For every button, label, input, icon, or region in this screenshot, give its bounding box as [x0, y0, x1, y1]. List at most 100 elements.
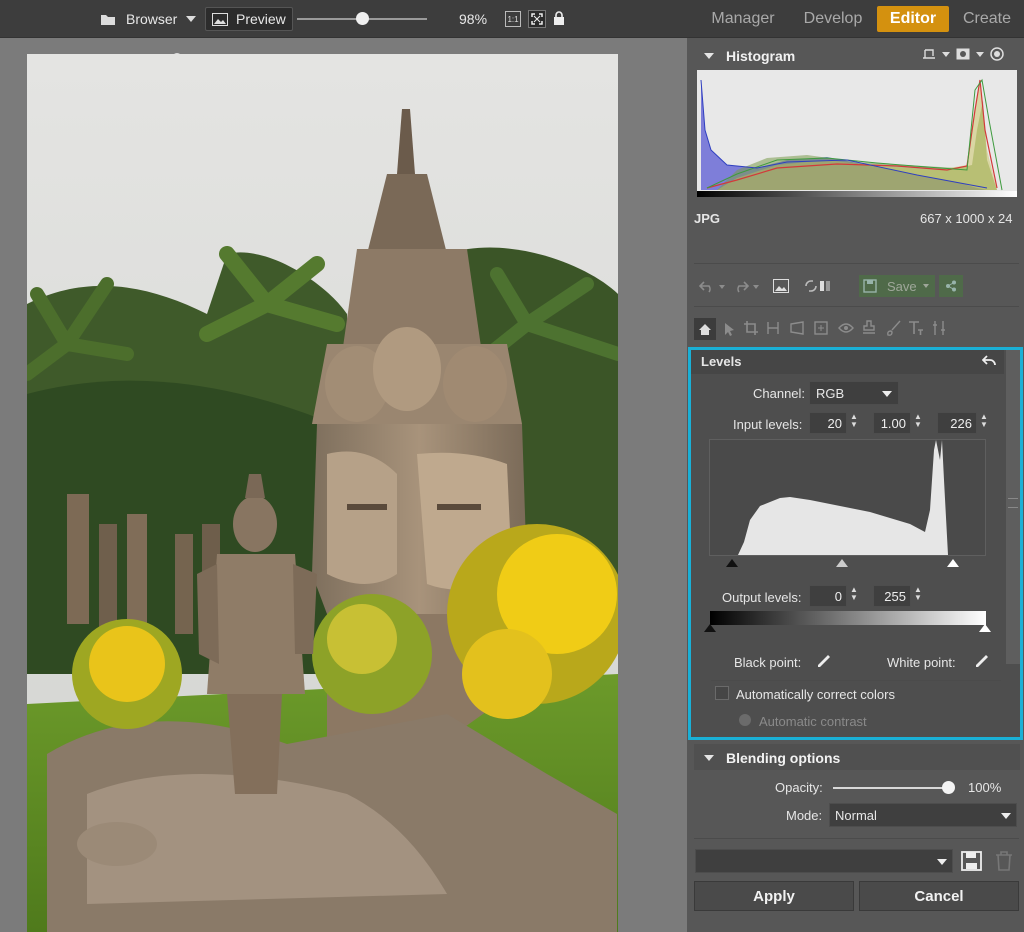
undo-dropdown-icon[interactable] [719, 285, 725, 289]
browser-label: Browser [126, 11, 178, 27]
histogram-graph [697, 70, 1017, 197]
collapse-icon [704, 755, 714, 761]
delete-preset-icon[interactable] [995, 851, 1013, 871]
adjust-icon[interactable] [932, 320, 946, 336]
divider [711, 680, 1001, 681]
selection-icon[interactable] [814, 321, 828, 335]
output-white-field[interactable]: 255 [873, 585, 911, 607]
output-levels-label: Output levels: [722, 590, 802, 605]
apply-button[interactable]: Apply [694, 881, 854, 911]
save-icon [863, 279, 877, 293]
fit-screen-button[interactable] [528, 10, 546, 28]
output-black-stepper-icon[interactable]: ▲ ▼ [849, 586, 859, 602]
buddha-park-photo [27, 54, 618, 932]
redo-dropdown-icon[interactable] [753, 285, 759, 289]
opacity-slider-thumb[interactable] [942, 781, 955, 794]
input-gamma-stepper-icon[interactable]: ▲ ▼ [913, 413, 923, 429]
one-to-one-button[interactable]: 1:1 [505, 11, 521, 27]
input-slider[interactable] [709, 559, 986, 569]
preview-button[interactable]: Preview [205, 7, 293, 31]
histogram-title: Histogram [726, 48, 796, 64]
white-eyedropper-icon[interactable] [973, 654, 989, 670]
redo-icon[interactable] [733, 279, 749, 293]
preset-dropdown-icon [937, 859, 947, 865]
input-black-stepper-icon[interactable]: ▲ ▼ [849, 413, 859, 429]
zoom-slider[interactable] [297, 12, 427, 25]
input-white-handle[interactable] [947, 559, 959, 567]
original-image-icon[interactable] [773, 279, 789, 293]
input-black-handle[interactable] [726, 559, 738, 567]
photo-preview [27, 54, 618, 932]
preview-label: Preview [236, 11, 286, 27]
perspective-icon[interactable] [790, 321, 804, 335]
channel-select[interactable]: RGB [809, 381, 899, 405]
tab-manager[interactable]: Manager [702, 0, 784, 38]
save-preset-icon[interactable] [961, 851, 983, 871]
top-toolbar: Browser Preview 98% 1:1 Manager Develop … [0, 0, 1024, 38]
output-black-field[interactable]: 0 [809, 585, 847, 607]
preset-select[interactable] [695, 849, 953, 873]
auto-contrast-radio[interactable] [739, 714, 751, 726]
input-gamma-field[interactable]: 1.00 [873, 412, 911, 434]
output-white-stepper-icon[interactable]: ▲ ▼ [913, 586, 923, 602]
browser-dropdown-icon[interactable] [186, 0, 196, 38]
tab-editor[interactable]: Editor [877, 6, 949, 32]
input-black-field[interactable]: 20 [809, 412, 847, 434]
home-tool-button[interactable] [694, 318, 716, 340]
input-gamma-handle[interactable] [836, 559, 848, 567]
opacity-slider[interactable] [833, 781, 955, 794]
compare-icon[interactable] [803, 278, 833, 294]
input-white-stepper-icon[interactable]: ▲ ▼ [979, 413, 989, 429]
eye-icon[interactable] [838, 322, 854, 334]
share-icon [946, 280, 956, 292]
divider [694, 263, 1019, 264]
output-white-handle[interactable] [979, 624, 991, 632]
undo-icon[interactable] [699, 279, 715, 293]
zoom-slider-thumb[interactable] [356, 12, 369, 25]
opacity-value: 100% [968, 780, 1002, 795]
clone-stamp-icon[interactable] [862, 320, 876, 336]
output-gradient [710, 611, 986, 625]
auto-contrast-label[interactable]: Automatic contrast [759, 714, 867, 729]
save-button[interactable]: Save [859, 275, 935, 297]
lock-icon[interactable] [553, 11, 565, 26]
pointer-icon[interactable] [724, 322, 736, 336]
blend-mode-dropdown-icon [1001, 813, 1011, 819]
image-icon [212, 12, 228, 26]
image-canvas[interactable] [0, 38, 687, 932]
auto-correct-label[interactable]: Automatically correct colors [736, 687, 895, 702]
brush-icon[interactable] [886, 320, 902, 336]
histogram-header[interactable]: Histogram [704, 48, 795, 64]
edit-toolbar: Save [697, 275, 1017, 298]
input-levels-label: Input levels: [733, 417, 803, 432]
folder-icon [101, 15, 115, 25]
scrollbar-grip-icon [1008, 498, 1018, 508]
mask-icon[interactable] [956, 48, 970, 60]
tab-develop[interactable]: Develop [796, 0, 870, 38]
browser-button[interactable]: Browser [100, 0, 177, 38]
share-button[interactable] [939, 275, 963, 297]
blend-mode-select[interactable]: Normal [829, 803, 1017, 827]
cancel-button[interactable]: Cancel [859, 881, 1019, 911]
opacity-label: Opacity: [775, 780, 823, 795]
transform-icon[interactable] [766, 321, 780, 335]
tab-create[interactable]: Create [955, 0, 1019, 38]
levels-histogram [709, 439, 986, 556]
histogram-menu-dropdown-icon[interactable] [942, 51, 950, 57]
reset-icon[interactable] [982, 354, 996, 368]
black-eyedropper-icon[interactable] [815, 654, 831, 670]
expand-icon [531, 13, 543, 25]
exposure-icon[interactable] [990, 47, 1004, 61]
crop-warning-icon[interactable] [922, 48, 936, 60]
output-black-handle[interactable] [704, 624, 716, 632]
mask-dropdown-icon[interactable] [976, 51, 984, 57]
divider [694, 306, 1019, 307]
levels-scrollbar[interactable] [1006, 350, 1020, 664]
blending-header[interactable]: Blending options [704, 750, 840, 766]
input-white-field[interactable]: 226 [937, 412, 977, 434]
auto-correct-checkbox[interactable] [715, 686, 729, 700]
text-icon[interactable] [908, 320, 924, 336]
crop-icon[interactable] [744, 321, 758, 335]
file-format: JPG [694, 211, 721, 226]
save-dropdown-icon[interactable] [923, 284, 929, 288]
